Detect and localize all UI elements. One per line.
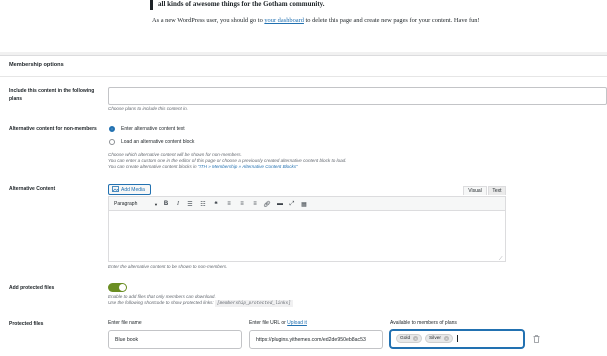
plans-select[interactable] [108, 87, 607, 105]
bullet-list-icon[interactable]: ☰ [186, 200, 194, 208]
content-paragraph-1: all kinds of awesome things for the Goth… [158, 0, 325, 8]
trash-icon[interactable] [530, 333, 542, 345]
media-icon [112, 185, 119, 194]
protected-help-2: Use the following shortcode to show prot… [108, 300, 293, 307]
numbered-list-icon[interactable]: ☷ [199, 200, 207, 208]
plan-chip: Gold × [396, 334, 423, 343]
dashboard-link[interactable]: your dashboard [264, 17, 304, 24]
file-name-label: Enter file name [108, 320, 142, 326]
remove-chip-icon[interactable]: × [444, 336, 449, 341]
upload-link[interactable]: Upload it [287, 320, 307, 326]
link-icon[interactable]: 🔗︎ [263, 200, 271, 208]
radio-help-3: You can create alternative content block… [108, 164, 298, 169]
resize-handle-icon[interactable]: ⟋ [499, 256, 503, 262]
blockquote-icon[interactable]: ❝ [212, 200, 220, 208]
section-title: Membership options [9, 62, 64, 68]
radio-alt-text-label: Enter alternative content text [121, 126, 185, 132]
fullscreen-icon[interactable]: ⤢ [288, 200, 296, 208]
chevron-down-icon: ▼ [154, 201, 158, 207]
editor-help: Enter the alternative content to be show… [108, 264, 228, 269]
alt-label: Alternative content for non-members [9, 126, 97, 132]
plan-chip: Silver × [425, 334, 453, 343]
quote-bar [150, 0, 153, 10]
divider [0, 76, 607, 77]
toolbar-toggle-icon[interactable]: ▦ [300, 200, 308, 208]
radio-alt-block-label: Load an alternative content block [121, 139, 195, 145]
remove-chip-icon[interactable]: × [413, 336, 419, 341]
add-media-button[interactable]: Add Media [108, 184, 151, 195]
file-url-input[interactable]: https://plugins.yithemes.com/ed2de950eb8… [249, 330, 383, 349]
align-left-icon[interactable]: ≡ [225, 200, 233, 208]
file-name-input[interactable]: Blue book [108, 330, 242, 349]
include-help: Choose plans to include this content in. [108, 106, 188, 111]
file-url-label: Enter file URL or Upload it [249, 320, 307, 326]
protected-label: Add protected files [9, 285, 55, 291]
bold-icon[interactable]: B [162, 200, 170, 208]
protected-files-toggle[interactable] [108, 283, 127, 292]
horizontal-rule-icon[interactable]: ▬ [276, 200, 284, 208]
include-label: Include this content in the following pl… [9, 88, 95, 102]
files-label: Protected files [9, 321, 44, 327]
content-paragraph-2: As a new WordPress user, you should go t… [152, 17, 480, 24]
alt-content-label: Alternative Content [9, 186, 56, 192]
tab-text[interactable]: Text [488, 186, 506, 195]
italic-icon[interactable]: I [174, 200, 182, 208]
avail-label: Available to members of plans [390, 320, 457, 326]
shortcode: [membership_protected_links] [215, 300, 293, 307]
radio-alt-block[interactable] [109, 139, 115, 145]
radio-alt-text[interactable] [109, 126, 115, 132]
alt-blocks-link[interactable]: "ITH » Membership » Alternative Content … [198, 164, 298, 169]
align-center-icon[interactable]: ≡ [238, 200, 246, 208]
format-select[interactable]: Paragraph ▼ [114, 200, 158, 208]
align-right-icon[interactable]: ≡ [251, 200, 259, 208]
tab-visual[interactable]: Visual [463, 186, 487, 195]
text-cursor [457, 335, 458, 342]
